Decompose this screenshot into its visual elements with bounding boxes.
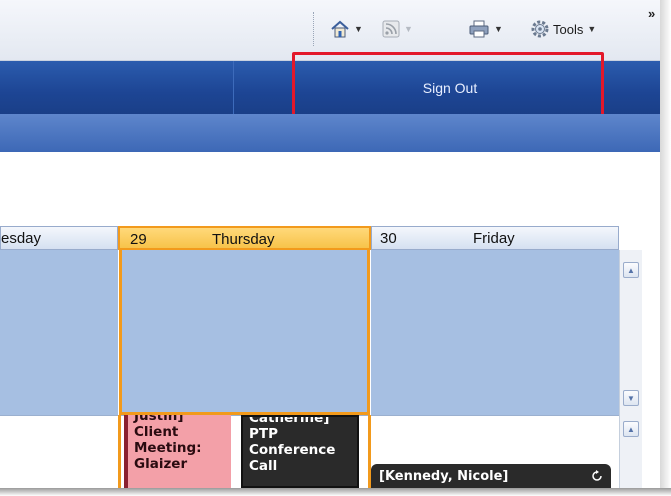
- all-day-cell-thursday[interactable]: [119, 250, 370, 415]
- toolbar-separator: [313, 12, 314, 46]
- feeds-button[interactable]: ▼: [382, 18, 413, 40]
- chevron-down-icon[interactable]: ▼: [587, 24, 596, 34]
- chevron-down-icon[interactable]: ▼: [404, 24, 413, 34]
- appointment-line: Justin]: [134, 415, 184, 424]
- appointment-line: Client: [134, 424, 179, 440]
- chevron-down-icon[interactable]: ▼: [494, 24, 503, 34]
- appointment-kennedy-nicole[interactable]: [Kennedy, Nicole]: [371, 464, 611, 488]
- time-grid-scrollbar[interactable]: ▲: [619, 415, 642, 488]
- chevron-down-icon[interactable]: ▼: [354, 24, 363, 34]
- toolbar-overflow-button[interactable]: »: [648, 6, 655, 21]
- appointment-line: Catherine]: [249, 415, 330, 426]
- feeds-icon: [382, 20, 400, 38]
- scroll-down-button[interactable]: ▼: [623, 390, 639, 406]
- appointment-line: PTP: [249, 426, 278, 442]
- print-button[interactable]: ▼: [468, 18, 503, 40]
- home-icon: [331, 20, 349, 38]
- scroll-up-button[interactable]: ▲: [623, 421, 639, 437]
- all-day-cell-wednesday[interactable]: [0, 250, 118, 415]
- print-icon: [469, 20, 489, 38]
- day-name: Friday: [473, 230, 515, 247]
- appointment-line: Glaizer: [134, 456, 188, 472]
- page-edge-shadow: [660, 0, 671, 496]
- day-header-friday[interactable]: 30 Friday: [371, 226, 619, 250]
- day-name: esday: [1, 230, 42, 247]
- appointment-line: Conference: [249, 442, 336, 458]
- day-header-thursday[interactable]: 29 Thursday: [118, 226, 371, 250]
- tools-button[interactable]: Tools ▼: [530, 18, 596, 40]
- appointment-line: Call: [249, 458, 278, 474]
- appointment-title: [Kennedy, Nicole]: [379, 468, 509, 484]
- recurrence-icon: [592, 470, 602, 481]
- appointment-client-meeting[interactable]: Justin] Client Meeting: Glaizer: [124, 415, 231, 488]
- gear-icon: [531, 20, 549, 38]
- app-subheader: [0, 114, 660, 152]
- day-number: 29: [130, 231, 147, 248]
- day-name: Thursday: [212, 231, 275, 248]
- all-day-scrollbar[interactable]: ▲ ▼: [619, 250, 642, 415]
- day-number: 30: [380, 230, 397, 247]
- header-divider: [233, 61, 234, 114]
- page-edge-shadow: [0, 488, 671, 496]
- scroll-up-button[interactable]: ▲: [623, 262, 639, 278]
- appointment-conference-call[interactable]: Catherine] PTP Conference Call: [241, 415, 359, 488]
- tools-label: Tools: [553, 21, 584, 37]
- home-button[interactable]: ▼: [330, 18, 363, 40]
- all-day-cell-friday[interactable]: [371, 250, 619, 415]
- day-header-wednesday[interactable]: esday: [0, 226, 118, 250]
- appointment-line: Meeting:: [134, 440, 202, 456]
